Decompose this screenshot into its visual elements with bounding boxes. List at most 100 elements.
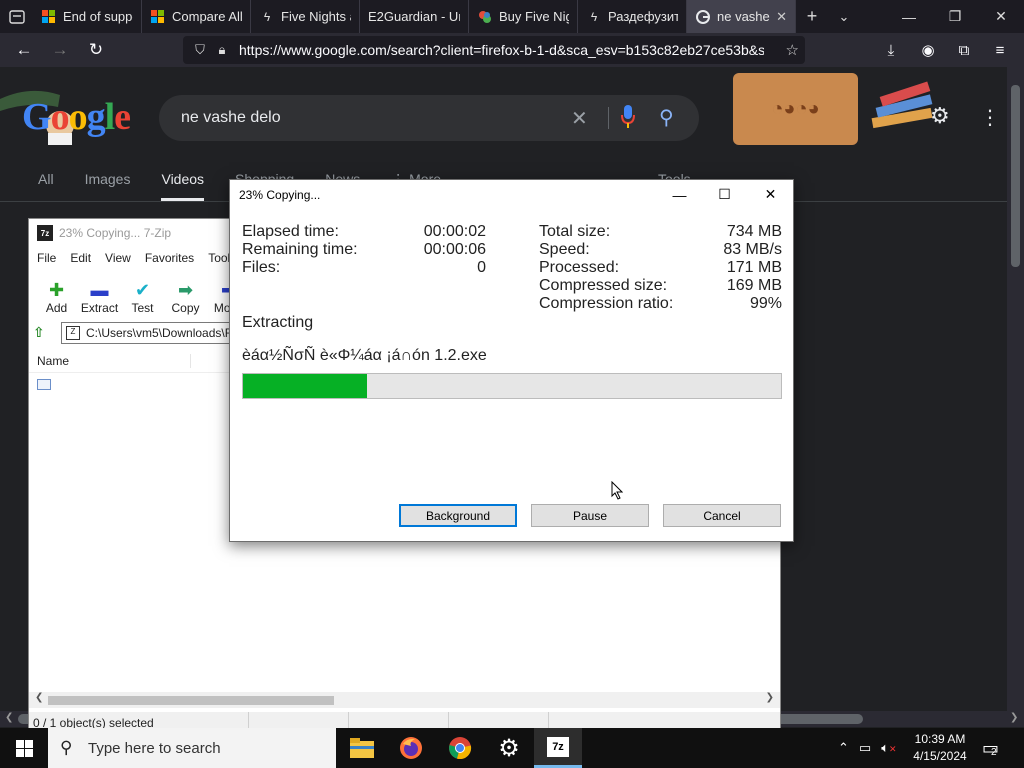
notification-center-button[interactable]: ▭ 2	[982, 728, 999, 768]
tab-buy-five-nights[interactable]: Buy Five Nigh	[469, 0, 578, 33]
menu-button[interactable]: ≡	[982, 33, 1018, 67]
back-button[interactable]: ←	[6, 33, 42, 67]
tab-list-button[interactable]	[0, 0, 33, 33]
tab-end-of-support[interactable]: End of suppo	[33, 0, 142, 33]
clear-search-icon[interactable]: ✕	[571, 106, 588, 131]
restore-button[interactable]: ❐	[932, 0, 978, 33]
lightning-icon: ϟ	[263, 9, 271, 24]
copy-button[interactable]: ➡ Copy	[164, 279, 207, 316]
dialog-close-button[interactable]: ✕	[748, 180, 793, 209]
show-hidden-icons-icon[interactable]: ⌃	[838, 740, 849, 756]
file-list-horizontal-scrollbar[interactable]: ❮ ❯	[29, 692, 780, 708]
scroll-left-arrow-icon[interactable]: ❮	[35, 692, 43, 703]
tab-compare-all[interactable]: Compare All P	[142, 0, 251, 33]
background-button[interactable]: Background	[399, 504, 517, 527]
minimize-button[interactable]: —	[886, 0, 932, 33]
list-all-tabs-button[interactable]: ⌄	[828, 0, 860, 33]
account-button[interactable]: ◉	[910, 33, 946, 67]
new-tab-button[interactable]: +	[796, 0, 828, 33]
clock-time: 10:39 AM	[914, 732, 966, 746]
7zip-logo-icon: 7z	[37, 225, 53, 241]
tab-label: Compare All P	[172, 9, 242, 24]
search-icon[interactable]: ⚲	[659, 105, 674, 130]
tab-e2guardian[interactable]: E2Guardian - Una	[360, 0, 469, 33]
tab-razdefuzit[interactable]: ϟ Раздефузить	[578, 0, 687, 33]
extract-button[interactable]: ▬ Extract	[78, 279, 121, 316]
add-button[interactable]: ✚ Add	[35, 279, 78, 316]
chrome-taskbar-button[interactable]	[436, 728, 484, 768]
lock-icon[interactable]: 🔒︎	[211, 42, 233, 58]
url-text[interactable]: https://www.google.com/search?client=fir…	[239, 42, 764, 58]
processed-value: 171 MB	[726, 259, 782, 276]
firefox-taskbar-button[interactable]	[387, 728, 435, 768]
extract-icon: ▬	[90, 279, 109, 300]
taskbar-clock[interactable]: 10:39 AM 4/15/2024	[902, 731, 978, 765]
test-button[interactable]: ✔ Test	[121, 279, 164, 316]
folder-up-icon[interactable]: ⇧	[33, 324, 51, 342]
doodle-image[interactable]: ◔◕◔◕	[733, 73, 858, 145]
dialog-minimize-button[interactable]: —	[657, 180, 702, 209]
microphone-icon[interactable]	[621, 105, 635, 129]
browser-nav-bar: ← → ↻ ⛉ 🔒︎ https://www.google.com/search…	[0, 33, 1024, 67]
extensions-button[interactable]: ⧉	[946, 33, 982, 67]
taskbar-search-box[interactable]: ⚲ Type here to search	[48, 728, 336, 768]
compressed-size-label: Compressed size:	[539, 277, 668, 294]
menu-file[interactable]: File	[37, 251, 56, 265]
tab-list-icon	[8, 9, 25, 24]
search-query[interactable]: ne vashe delo	[181, 109, 571, 127]
menu-edit[interactable]: Edit	[70, 251, 91, 265]
remaining-time-value: 00:00:06	[423, 241, 486, 258]
google-search-box[interactable]: ne vashe delo ✕ ⚲	[159, 95, 699, 141]
forward-button[interactable]: →	[42, 33, 78, 67]
bookmark-star-icon[interactable]: ☆	[786, 41, 799, 59]
add-label: Add	[45, 301, 68, 315]
firefox-icon	[400, 737, 422, 759]
scroll-right-arrow-icon[interactable]: ❯	[766, 692, 774, 703]
tab-videos[interactable]: Videos	[161, 171, 205, 201]
start-button[interactable]	[0, 728, 48, 768]
extraction-progress-bar	[242, 373, 782, 399]
close-window-button[interactable]: ✕	[978, 0, 1024, 33]
windows-start-icon	[15, 739, 33, 757]
column-name[interactable]: Name	[29, 353, 191, 368]
downloads-button[interactable]: ⤓	[873, 33, 909, 67]
pause-button[interactable]: Pause	[531, 504, 649, 527]
menu-favorites[interactable]: Favorites	[145, 251, 194, 265]
settings-gear-icon[interactable]: ⚙	[930, 103, 950, 129]
7zip-logo-icon: 7z	[547, 736, 569, 757]
scroll-left-arrow-icon[interactable]: ❮	[5, 712, 13, 723]
google-logo[interactable]: Google	[22, 95, 131, 139]
dialog-maximize-button[interactable]: ☐	[702, 180, 747, 209]
chrome-icon	[449, 737, 472, 760]
tab-label: ne vashe d	[717, 9, 770, 24]
folder-icon	[350, 738, 374, 758]
shield-icon[interactable]: ⛉	[189, 42, 211, 58]
files-label: Files:	[242, 259, 281, 276]
tab-images[interactable]: Images	[85, 171, 131, 201]
network-icon[interactable]: ▭	[859, 740, 871, 756]
add-icon: ✚	[48, 279, 65, 300]
notification-count: 2	[991, 746, 997, 758]
file-explorer-taskbar-button[interactable]	[338, 728, 386, 768]
volume-muted-icon[interactable]: 🔈︎✕	[881, 740, 896, 756]
copy-label: Copy	[171, 301, 200, 315]
settings-taskbar-button[interactable]: ⚙	[485, 728, 533, 768]
extract-label: Extract	[80, 301, 119, 315]
close-tab-icon[interactable]: ✕	[776, 9, 787, 25]
tab-all[interactable]: All	[38, 171, 54, 201]
scroll-thumb[interactable]	[48, 696, 334, 705]
scroll-right-arrow-icon[interactable]: ❯	[1010, 712, 1018, 723]
reload-button[interactable]: ↻	[78, 33, 114, 67]
remaining-time-label: Remaining time:	[242, 241, 358, 258]
settings-gear-icon: ⚙	[498, 734, 520, 762]
tab-google-active[interactable]: ne vashe d ✕	[687, 0, 796, 33]
7zip-taskbar-button[interactable]: 7z	[534, 728, 582, 768]
menu-view[interactable]: View	[105, 251, 131, 265]
elapsed-time-label: Elapsed time:	[242, 223, 339, 240]
url-bar[interactable]: ⛉ 🔒︎ https://www.google.com/search?clien…	[183, 36, 805, 64]
tab-label: End of suppo	[63, 9, 133, 24]
tab-five-nights[interactable]: ϟ Five Nights at	[251, 0, 360, 33]
page-vertical-scrollbar[interactable]	[1007, 67, 1024, 720]
cancel-button[interactable]: Cancel	[663, 504, 781, 527]
scroll-thumb[interactable]	[1011, 85, 1020, 267]
